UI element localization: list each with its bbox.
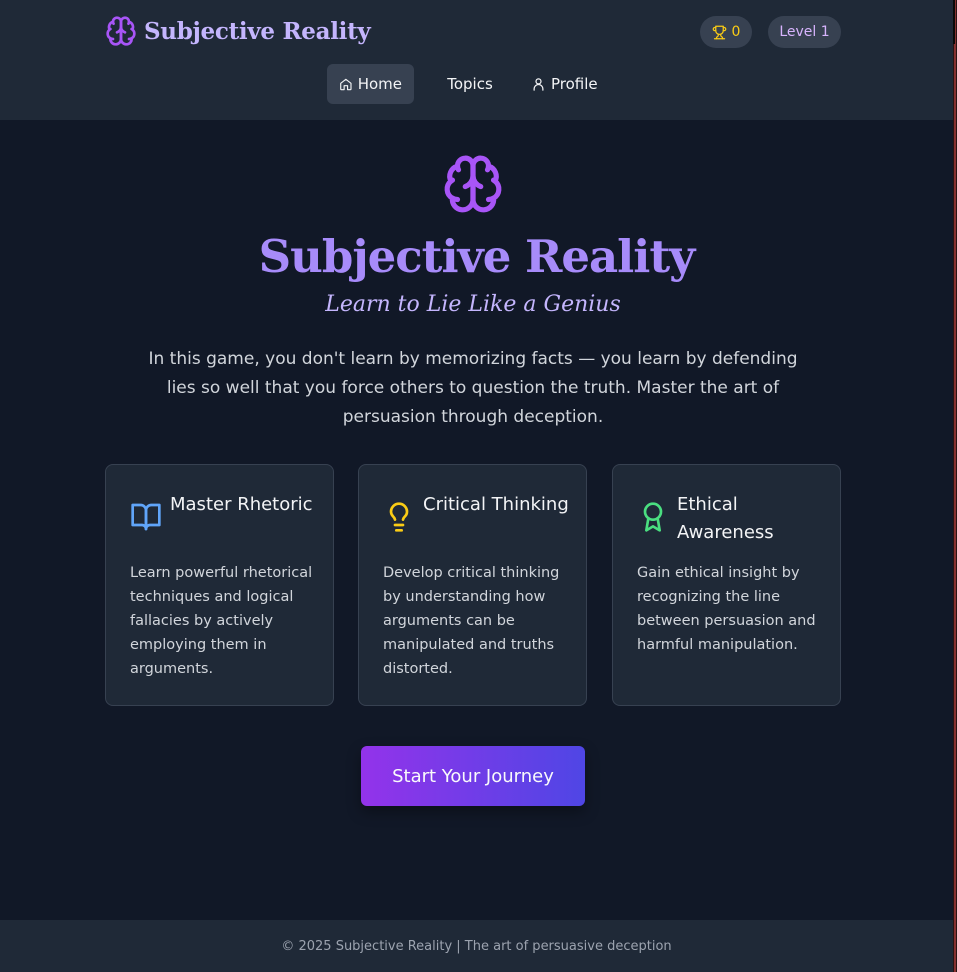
level-badge: Level 1 — [768, 16, 841, 48]
brand-name: Subjective Reality — [144, 17, 371, 45]
brand-link[interactable]: Subjective Reality — [105, 15, 371, 47]
feature-description: Gain ethical insight by recognizing the … — [637, 565, 816, 653]
home-icon — [340, 78, 352, 90]
top-header: Subjective Reality 0 Level 1 Home Topics… — [0, 0, 953, 120]
window-edge — [953, 0, 957, 972]
lightbulb-icon — [389, 502, 409, 532]
feature-title: Ethical Awareness — [677, 494, 774, 543]
feature-title: Master Rhetoric — [170, 494, 313, 515]
trophy-score-badge: 0 — [700, 16, 752, 48]
start-journey-button[interactable]: Start Your Journey — [361, 746, 585, 806]
award-icon — [643, 502, 663, 532]
footer: © 2025 Subjective Reality | The art of p… — [0, 920, 953, 972]
user-icon — [533, 77, 544, 91]
footer-text: © 2025 Subjective Reality | The art of p… — [281, 938, 672, 954]
nav-profile-label: Profile — [551, 75, 598, 93]
feature-description: Develop critical thinking by understandi… — [383, 565, 560, 677]
brain-icon — [106, 16, 136, 46]
nav-home[interactable]: Home — [327, 64, 414, 104]
feature-card-rhetoric: Master Rhetoric Learn powerful rhetorica… — [105, 464, 334, 706]
hero-title: Subjective Reality — [258, 230, 696, 283]
hero-subtitle: Learn to Lie Like a Genius — [325, 292, 621, 317]
main-nav: Home Topics Profile — [327, 64, 610, 104]
nav-topics-label: Topics — [447, 75, 493, 93]
trophy-icon — [712, 25, 726, 39]
feature-description: Learn powerful rhetorical techniques and… — [130, 565, 313, 677]
brain-icon — [444, 155, 502, 213]
feature-title: Critical Thinking — [423, 494, 569, 515]
feature-card-critical-thinking: Critical Thinking Develop critical think… — [358, 464, 587, 706]
nav-profile[interactable]: Profile — [519, 64, 610, 104]
trophy-count: 0 — [731, 24, 741, 40]
nav-topics[interactable]: Topics — [425, 64, 515, 104]
intro-text: In this game, you don't learn by memoriz… — [148, 349, 798, 427]
book-open-icon — [131, 503, 161, 531]
feature-card-ethical-awareness: Ethical Awareness Gain ethical insight b… — [612, 464, 841, 706]
nav-home-label: Home — [357, 75, 402, 93]
